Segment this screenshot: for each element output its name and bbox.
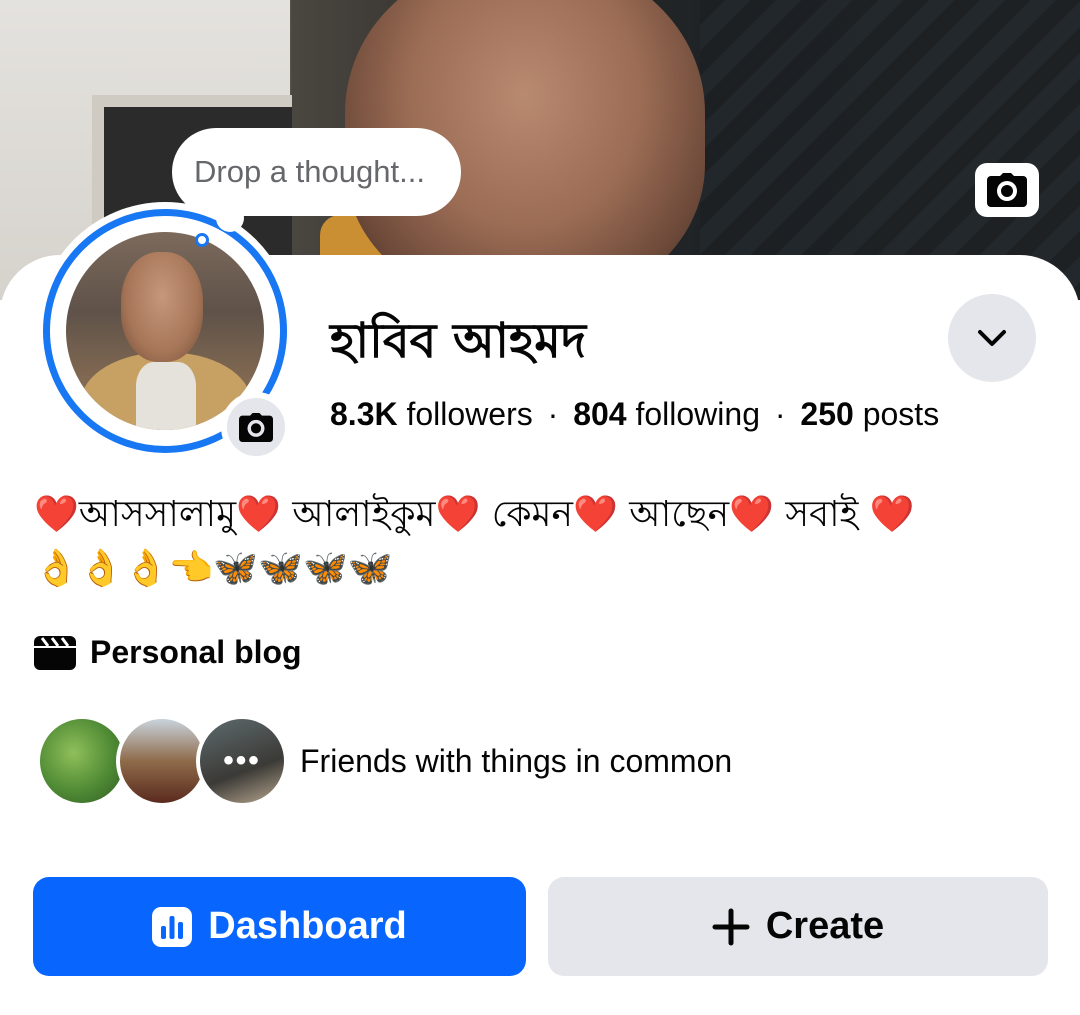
- edit-cover-photo-button[interactable]: [975, 163, 1039, 217]
- create-button[interactable]: Create: [548, 877, 1048, 976]
- camera-icon: [987, 173, 1027, 207]
- thought-bubble[interactable]: Drop a thought...: [172, 128, 461, 216]
- followers-count: 8.3K: [330, 396, 398, 432]
- friend-avatar[interactable]: •••: [196, 715, 288, 807]
- chevron-down-icon: [978, 330, 1006, 346]
- posts-link[interactable]: 250 posts: [800, 396, 939, 432]
- following-count: 804: [573, 396, 627, 432]
- followers-label: followers: [406, 396, 533, 432]
- friend-avatar[interactable]: [36, 715, 128, 807]
- posts-count: 250: [800, 396, 854, 432]
- edit-profile-picture-button[interactable]: [221, 392, 291, 462]
- stats-separator: ·: [547, 396, 559, 432]
- camera-icon: [239, 412, 273, 442]
- bio-line: 👌👌👌👈🦋🦋🦋🦋: [34, 548, 393, 589]
- following-link[interactable]: 804 following: [573, 396, 760, 432]
- plus-icon: [712, 908, 750, 945]
- profile-stats: 8.3K followers · 804 following · 250 pos…: [330, 396, 939, 433]
- profile-category: Personal blog: [34, 634, 302, 671]
- thought-bubble-tail: [216, 204, 244, 232]
- dashboard-button[interactable]: Dashboard: [33, 877, 526, 976]
- followers-link[interactable]: 8.3K followers: [330, 396, 533, 432]
- stats-separator: ·: [774, 396, 786, 432]
- more-friends-icon: •••: [223, 744, 261, 777]
- avatar-photo-shirt: [136, 362, 196, 430]
- friend-avatar[interactable]: [116, 715, 208, 807]
- thought-placeholder: Drop a thought...: [194, 154, 425, 189]
- profile-bio: ❤️আসসালামু❤️ আলাইকুম❤️ কেমন❤️ আছেন❤️ সবা…: [34, 488, 1044, 596]
- thought-bubble-dot: [195, 233, 209, 247]
- mutual-friends-label: Friends with things in common: [300, 742, 733, 779]
- posts-label: posts: [862, 396, 940, 432]
- create-label: Create: [765, 905, 885, 947]
- clapperboard-icon: [34, 635, 76, 670]
- profile-switcher-button[interactable]: [948, 294, 1036, 382]
- bio-line: ❤️আসসালামু❤️ আলাইকুম❤️ কেমন❤️ আছেন❤️ সবা…: [34, 494, 915, 535]
- bar-chart-icon: [152, 906, 193, 947]
- avatar-photo-face: [121, 252, 203, 362]
- mutual-friends[interactable]: ••• Friends with things in common: [36, 715, 732, 807]
- profile-name: হাবিব আহমদ: [330, 313, 587, 369]
- category-label: Personal blog: [90, 634, 302, 670]
- following-label: following: [635, 396, 760, 432]
- dashboard-label: Dashboard: [208, 905, 407, 947]
